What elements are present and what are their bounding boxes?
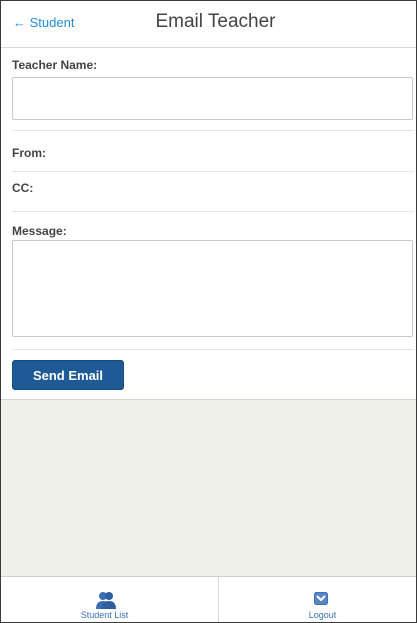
cc-label: CC: xyxy=(12,181,34,195)
footer-tab-label: Student List xyxy=(80,610,129,620)
divider xyxy=(12,171,414,172)
from-label: From: xyxy=(12,146,46,160)
message-textarea[interactable] xyxy=(12,240,413,337)
footer-tab-student-list[interactable]: Student List xyxy=(1,577,208,622)
logout-chevron-icon xyxy=(314,592,328,610)
teacher-name-input[interactable] xyxy=(12,77,413,120)
message-label: Message: xyxy=(12,224,67,238)
footer-tab-logout[interactable]: Logout xyxy=(219,577,416,622)
footer-nav: Student List Logout xyxy=(1,576,416,622)
teacher-name-label: Teacher Name: xyxy=(12,58,98,72)
footer-tab-label: Logout xyxy=(308,610,337,620)
page-title: Email Teacher xyxy=(155,11,276,32)
header-bar: ← Student Email Teacher xyxy=(1,1,416,48)
app-frame: ← Student Email Teacher Teacher Name: Fr… xyxy=(0,0,417,623)
divider xyxy=(12,130,414,131)
divider xyxy=(12,211,414,212)
divider xyxy=(12,349,414,350)
email-form: Teacher Name: From: CC: Message: Send Em… xyxy=(1,48,416,400)
send-email-button[interactable]: Send Email xyxy=(12,360,124,390)
